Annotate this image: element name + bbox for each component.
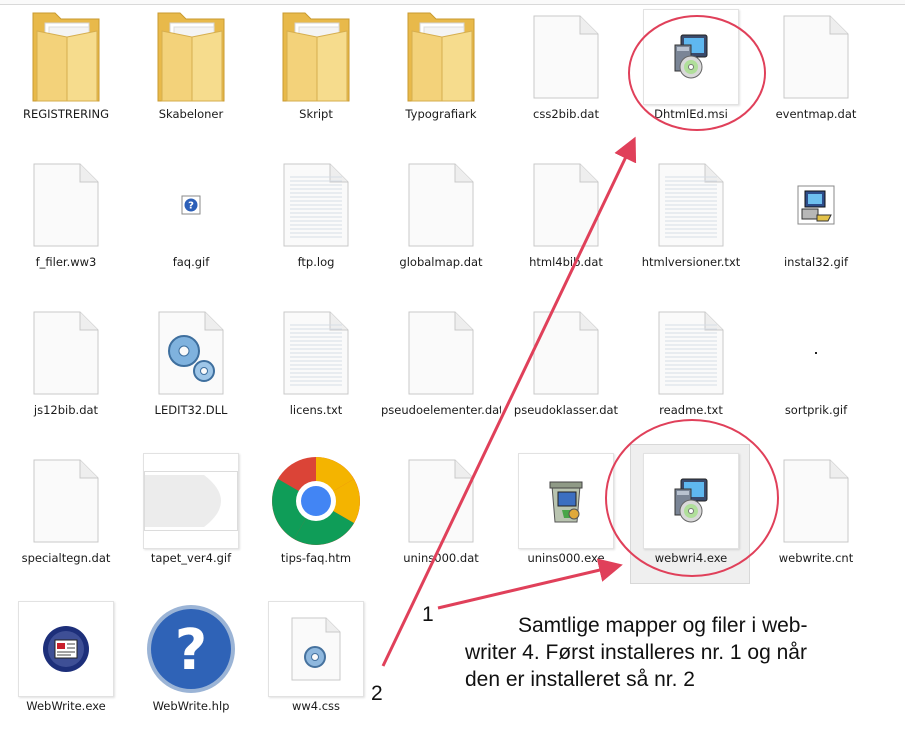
file-name-label: eventmap.dat [775,107,857,121]
file-name-label: LEDIT32.DLL [154,403,228,417]
file-item[interactable]: tips-faq.htm [255,444,375,584]
file-name-label: css2bib.dat [533,107,599,121]
blank-file-icon [18,157,114,253]
folder-icon [143,9,239,105]
file-name-label: instal32.gif [783,255,849,269]
help-gif-icon: ? [143,157,239,253]
svg-text:?: ? [188,201,194,212]
file-item[interactable]: instal32.gif [755,148,875,288]
file-item[interactable]: unins000.dat [380,444,500,584]
file-name-label: sortprik.gif [784,403,848,417]
uninstaller-icon [518,453,614,549]
file-name-label: ww4.css [291,699,341,713]
blank-file-icon [393,157,489,253]
text-file-icon [643,305,739,401]
css-gear-file-icon [268,601,364,697]
file-name-label: htmlversioner.txt [641,255,741,269]
file-item[interactable]: sortprik.gif [755,296,875,436]
blank-file-icon [518,157,614,253]
dot-gif-icon [768,305,864,401]
file-item[interactable]: tapet_ver4.gif [130,444,250,584]
file-item[interactable]: Skabeloner [130,0,250,140]
file-name-label: WebWrite.hlp [152,699,230,713]
file-name-label: specialtegn.dat [21,551,111,565]
file-name-label: js12bib.dat [33,403,99,417]
installer-icon [643,9,739,105]
blank-file-icon [393,453,489,549]
text-file-icon [268,157,364,253]
file-item[interactable]: ? faq.gif [130,148,250,288]
file-name-label: WebWrite.exe [26,699,106,713]
blank-file-icon [393,305,489,401]
file-item[interactable]: readme.txt [630,296,750,436]
file-name-label: webwri4.exe [654,551,728,565]
text-file-icon [268,305,364,401]
file-item[interactable]: DhtmlEd.msi [630,0,750,140]
file-name-label: globalmap.dat [399,255,483,269]
file-grid: REGISTRERING Skabeloner Skript Typografiark… [0,0,905,725]
file-name-label: faq.gif [172,255,210,269]
file-name-label: f_filer.ww3 [35,255,97,269]
file-item[interactable]: htmlversioner.txt [630,148,750,288]
file-name-label: pseudoelementer.dat [381,403,501,417]
file-item[interactable]: css2bib.dat [505,0,625,140]
file-name-label: ftp.log [297,255,335,269]
file-name-label: webwrite.cnt [778,551,854,565]
file-item[interactable]: html4bib.dat [505,148,625,288]
file-name-label: html4bib.dat [529,255,603,269]
file-name-label: pseudoklasser.dat [513,403,619,417]
file-name-label: tapet_ver4.gif [150,551,232,565]
blank-file-icon [518,305,614,401]
file-name-label: DhtmlEd.msi [654,107,728,121]
file-item[interactable]: f_filer.ww3 [5,148,125,288]
chrome-icon [268,453,364,549]
wallpaper-gif-icon [143,453,239,549]
dll-gears-icon [143,305,239,401]
file-item[interactable]: pseudoelementer.dat [380,296,501,436]
blank-file-icon [18,305,114,401]
svg-text:?: ? [175,618,207,683]
file-item[interactable]: webwrite.cnt [755,444,875,584]
file-item[interactable]: Skript [255,0,375,140]
folder-icon [393,9,489,105]
blank-file-icon [518,9,614,105]
file-name-label: readme.txt [659,403,723,417]
blank-file-icon [768,453,864,549]
file-item[interactable]: licens.txt [255,296,375,436]
file-name-label: Skabeloner [158,107,224,121]
blank-file-icon [768,9,864,105]
file-name-label: Skript [299,107,333,121]
file-item[interactable]: WebWrite.exe [5,592,125,732]
setup-gif-icon [768,157,864,253]
file-item[interactable]: Typografiark [380,0,500,140]
file-item[interactable]: js12bib.dat [5,296,125,436]
file-item[interactable]: unins000.exe [505,444,625,584]
file-item[interactable]: ? WebWrite.hlp [130,592,250,732]
file-name-label: licens.txt [289,403,343,417]
file-item[interactable]: ww4.css [255,592,375,732]
file-name-label: unins000.exe [527,551,605,565]
file-item[interactable]: REGISTRERING [5,0,125,140]
installer-icon [643,453,739,549]
file-item[interactable]: specialtegn.dat [5,444,125,584]
folder-icon [268,9,364,105]
file-item[interactable]: eventmap.dat [755,0,875,140]
text-file-icon [643,157,739,253]
file-name-label: unins000.dat [403,551,479,565]
help-question-icon: ? [143,601,239,697]
file-item[interactable]: globalmap.dat [380,148,500,288]
file-name-label: REGISTRERING [22,107,110,121]
file-item[interactable]: pseudoklasser.dat [505,296,625,436]
file-item[interactable]: LEDIT32.DLL [130,296,250,436]
file-name-label: Typografiark [405,107,477,121]
webwrite-app-icon [18,601,114,697]
folder-icon [18,9,114,105]
blank-file-icon [18,453,114,549]
file-name-label: tips-faq.htm [280,551,352,565]
file-item[interactable]: webwri4.exe [630,444,750,584]
file-item[interactable]: ftp.log [255,148,375,288]
